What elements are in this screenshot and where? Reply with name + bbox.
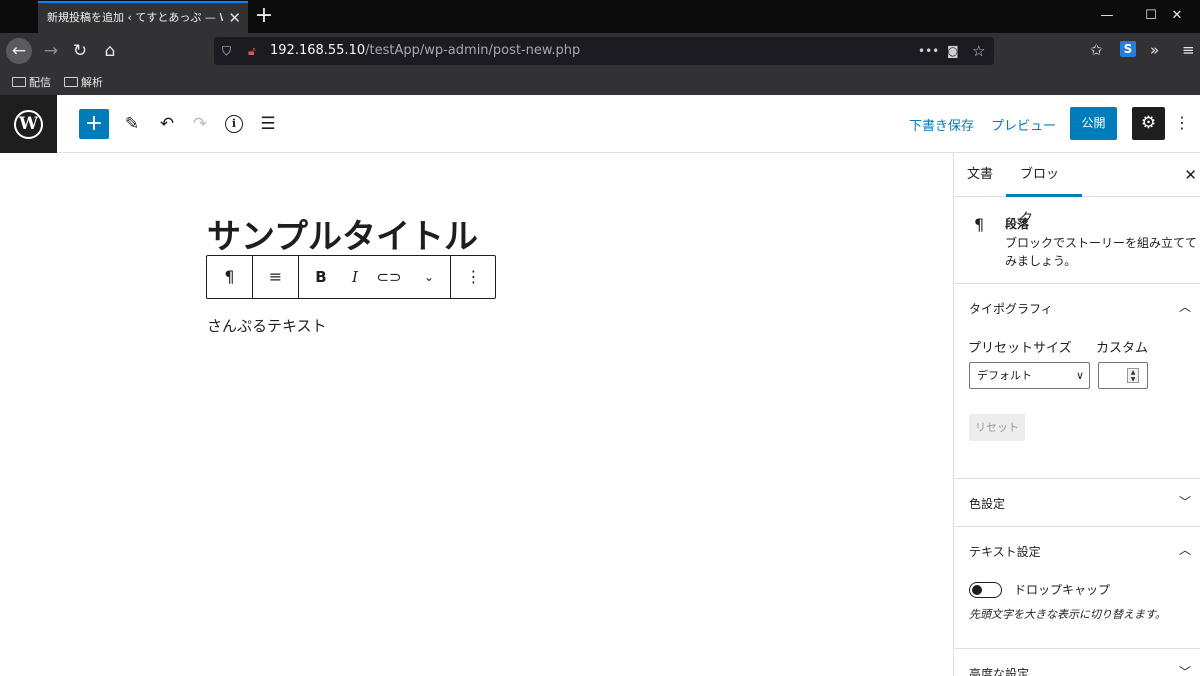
sidebar-close-icon[interactable]: ✕ — [1184, 153, 1197, 197]
sidebar-tabs: 文書 ブロック ✕ — [954, 153, 1200, 226]
bold-icon[interactable]: B — [307, 256, 335, 298]
bookmark-label: 解析 — [81, 76, 103, 89]
settings-gear-icon[interactable]: ⚙ — [1132, 107, 1165, 140]
post-title[interactable]: サンプルタイトル — [207, 215, 478, 259]
drop-cap-toggle[interactable] — [969, 582, 1002, 598]
overflow-chevron-icon[interactable]: » — [1150, 41, 1159, 59]
bookmark-folder-1[interactable]: 配信 — [12, 74, 51, 90]
save-draft-button[interactable]: 下書き保存 — [909, 115, 974, 134]
link-icon[interactable]: ⊂⊃ — [375, 256, 403, 298]
undo-icon[interactable]: ↶ — [153, 110, 181, 138]
color-panel-header[interactable]: 色設定 ﹀ — [954, 479, 1200, 527]
preset-size-label: プリセットサイズ — [968, 341, 1072, 356]
list-view-icon[interactable]: ☰ — [254, 110, 282, 138]
typography-panel-header[interactable]: タイポグラフィ ︿ — [954, 284, 1200, 332]
tab-block[interactable]: ブロック — [1006, 153, 1082, 226]
editor-header: W + ✎ ↶ ↷ i ☰ 下書き保存 プレビュー 公開 ⚙ ⋮ — [0, 95, 1200, 153]
paragraph-block[interactable]: さんぷるテキスト — [207, 315, 327, 336]
toolbar-divider — [298, 256, 299, 298]
forward-icon[interactable]: → — [38, 38, 64, 64]
edit-pencil-icon[interactable]: ✎ — [118, 110, 146, 138]
text-settings-panel-title: テキスト設定 — [969, 545, 1041, 559]
chevron-up-icon: ︿ — [1178, 300, 1191, 314]
shield-icon[interactable]: ⛉ — [222, 37, 231, 65]
more-options-icon[interactable]: ⋮ — [1172, 113, 1192, 132]
add-block-button[interactable]: + — [79, 109, 109, 139]
text-settings-panel-header[interactable]: テキスト設定 ︿ — [954, 527, 1200, 575]
info-button[interactable]: i — [220, 110, 248, 138]
chevron-down-icon: ﹀ — [1178, 495, 1191, 509]
pocket-icon[interactable]: ◙ — [947, 37, 959, 65]
block-card: ¶ 段落 ブロックでストーリーを組み立ててみましょう。 — [954, 197, 1200, 284]
folder-icon — [64, 77, 78, 87]
paragraph-icon: ¶ — [974, 215, 985, 234]
more-formats-chevron-icon[interactable]: ⌄ — [415, 256, 443, 298]
extension-s-icon[interactable]: S — [1120, 41, 1136, 57]
toggle-knob — [972, 585, 982, 595]
settings-sidebar: 文書 ブロック ✕ ¶ 段落 ブロックでストーリーを組み立ててみましょう。 タイ… — [953, 153, 1200, 676]
url-path: /testApp/wp-admin/post-new.php — [365, 43, 581, 58]
tab-document[interactable]: 文書 — [967, 153, 993, 197]
folder-icon — [12, 77, 26, 87]
browser-tab-bar: 新規投稿を追加 ‹ てすとあっぷ — Wor ✕ + — ☐ ✕ — [0, 0, 1200, 33]
number-spinner[interactable]: ▲ ▼ — [1127, 368, 1139, 383]
menu-hamburger-icon[interactable]: ≡ — [1182, 41, 1195, 59]
chevron-down-icon: ﹀ — [1178, 665, 1191, 676]
url-bar[interactable]: ⛉ 🔓︎ 192.168.55.10/testApp/wp-admin/post… — [214, 37, 994, 65]
custom-size-input[interactable]: ▲ ▼ — [1098, 362, 1148, 389]
italic-icon[interactable]: I — [341, 256, 369, 298]
drop-cap-help: 先頭文字を大きな表示に切り替えます。 — [969, 608, 1166, 621]
block-toolbar: ¶ ≡ B I ⊂⊃ ⌄ ⋮ — [206, 255, 496, 299]
bookmark-star-icon[interactable]: ☆ — [972, 37, 985, 65]
block-options-icon[interactable]: ⋮ — [451, 256, 496, 298]
info-icon: i — [225, 115, 243, 133]
home-icon[interactable]: ⌂ — [97, 38, 123, 64]
align-left-icon[interactable]: ≡ — [253, 256, 298, 298]
window-close-icon[interactable]: ✕ — [1154, 0, 1200, 32]
chevron-down-icon: ∨ — [1075, 369, 1084, 382]
drop-cap-label: ドロップキャップ — [1014, 583, 1111, 597]
typography-panel-title: タイポグラフィ — [969, 302, 1053, 316]
url-host: 192.168.55.10 — [270, 43, 366, 58]
reset-button[interactable]: リセット — [969, 414, 1025, 441]
preset-size-value: デフォルト — [977, 369, 1032, 382]
browser-nav-bar: ← → ↻ ⌂ ⛉ 🔓︎ 192.168.55.10/testApp/wp-ad… — [0, 33, 1200, 69]
redo-icon[interactable]: ↷ — [186, 110, 214, 138]
tab-close-icon[interactable]: ✕ — [228, 3, 241, 33]
browser-tab-active[interactable]: 新規投稿を追加 ‹ てすとあっぷ — Wor ✕ — [38, 1, 248, 33]
tab-title: 新規投稿を追加 ‹ てすとあっぷ — Wor — [47, 11, 223, 24]
library-star-icon[interactable]: ✩ — [1090, 41, 1103, 59]
color-panel-title: 色設定 — [969, 497, 1006, 511]
chevron-up-icon: ︿ — [1178, 543, 1191, 557]
wordpress-logo-button[interactable]: W — [0, 95, 57, 153]
advanced-panel-header[interactable]: 高度な設定 ﹀ — [954, 649, 1200, 676]
wordpress-icon: W — [14, 110, 43, 139]
bookmark-label: 配信 — [29, 76, 51, 89]
back-icon[interactable]: ← — [6, 38, 32, 64]
editor-canvas: サンプルタイトル ¶ ≡ B I ⊂⊃ ⌄ ⋮ さんぷるテキスト — [0, 153, 953, 676]
new-tab-button[interactable]: + — [254, 2, 274, 30]
minimize-icon[interactable]: — — [1084, 0, 1130, 32]
page-actions-icon[interactable]: ••• — [918, 37, 939, 65]
reload-icon[interactable]: ↻ — [67, 38, 93, 64]
custom-size-label: カスタム — [1096, 341, 1149, 356]
insecure-lock-icon[interactable]: 🔓︎ — [248, 37, 256, 65]
bookmark-folder-2[interactable]: 解析 — [64, 74, 103, 90]
preview-button[interactable]: プレビュー — [991, 115, 1056, 134]
paragraph-block-icon[interactable]: ¶ — [207, 256, 252, 298]
advanced-panel-title: 高度な設定 — [969, 667, 1030, 676]
url-text: 192.168.55.10/testApp/wp-admin/post-new.… — [270, 37, 580, 65]
block-card-title: 段落 — [1005, 217, 1030, 231]
block-card-description: ブロックでストーリーを組み立ててみましょう。 — [1005, 236, 1198, 268]
bookmarks-bar: 配信 解析 — [0, 69, 1200, 95]
publish-button[interactable]: 公開 — [1070, 107, 1117, 140]
preset-size-select[interactable]: デフォルト ∨ — [969, 362, 1090, 389]
